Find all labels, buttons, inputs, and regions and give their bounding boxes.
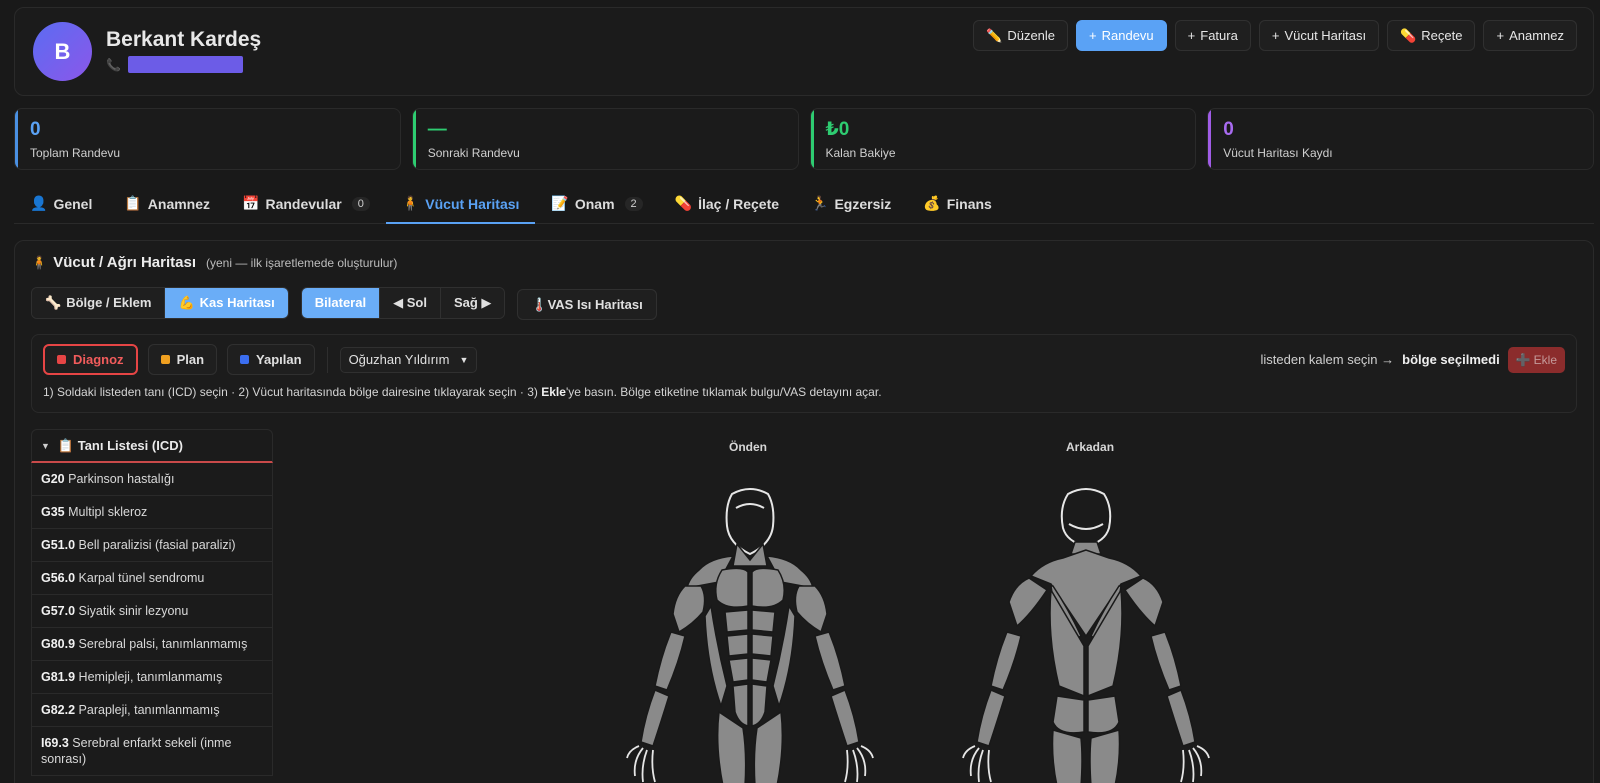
marking-controls: Diagnoz Plan Yapılan Oğuzhan Yıldırım ▼ l… [31,334,1577,413]
phone-icon: 📞 [106,57,121,72]
calendar-icon: 📅 [242,195,260,211]
running-icon: 🏃 [811,195,829,211]
count-badge: 2 [624,196,643,211]
list-item[interactable]: G80.9 Serebral palsi, tanımlanmamış [31,628,273,661]
tab-medication[interactable]: 💊 İlaç / Reçete [659,184,795,223]
muscle-map-mode-button[interactable]: 💪 Kas Haritası [165,287,288,318]
divider [326,346,328,373]
new-invoice-button[interactable]: + Fatura [1174,20,1251,51]
phone-redacted [128,56,243,73]
orange-square-icon [160,355,170,364]
back-body-map[interactable] [951,486,1221,783]
tab-exercise[interactable]: 🏃 Egzersiz [795,184,907,223]
stat-next-appointment: — Sonraki Randevu [411,108,799,170]
panel-title: 🧍 Vücut / Ağrı Haritası (yeni — ilk işar… [31,254,398,271]
plus-icon: + [1089,28,1097,43]
blue-square-icon [240,355,250,364]
list-item[interactable]: G20 Parkinson hastalığı [31,463,273,496]
add-button[interactable]: ➕ Ekle [1507,346,1565,373]
red-square-icon [57,355,66,364]
header-actions: ✏️ Düzenle + Randevu + Fatura + Vücut Harita… [973,20,1577,51]
vas-heatmap-button[interactable]: 🌡️VAS Isı Haritası [517,289,657,320]
therapist-select[interactable]: Oğuzhan Yıldırım ▼ [339,346,478,373]
front-body-map[interactable] [615,486,885,783]
stat-remaining-balance: ₺0 Kalan Bakiye [809,108,1197,170]
body-map-panel: 🧍 Vücut / Ağrı Haritası (yeni — ilk işar… [14,240,1594,783]
red-plus-icon: ➕ [1515,352,1531,367]
bone-icon: 🦴 [45,294,62,310]
plus-icon: + [1271,28,1280,43]
mark-type-row: Diagnoz Plan Yapılan Oğuzhan Yıldırım ▼ l… [43,344,1565,375]
tab-consent[interactable]: 📝 Onam 2 [535,184,658,223]
back-view-label: Arkadan [1066,440,1115,454]
left-side-button[interactable]: ◀ Sol [380,287,441,318]
new-anamnesis-button[interactable]: + Anamnez [1483,20,1577,51]
patient-header: B Berkant Kardeş 📞 ✏️ Düzenle + Randevu + F… [14,7,1594,96]
plus-icon: + [1187,28,1196,43]
map-toolbar: 🦴 Bölge / Eklem 💪 Kas Haritası Bilateral ◀… [31,285,1577,320]
patient-info: Berkant Kardeş 📞 [106,28,261,73]
list-item[interactable]: G35 Multipl skleroz [31,496,273,529]
tab-bar: 👤 Genel 📋 Anamnez 📅 Randevular 0 🧍 Vücut Hari… [14,184,1594,224]
stat-total-appointments: 0 Toplam Randevu [14,108,401,170]
list-item[interactable]: G56.0 Karpal tünel sendromu [31,562,273,595]
list-item[interactable]: G57.0 Siyatik sinir lezyonu [31,595,273,628]
list-item[interactable]: G81.9 Hemipleji, tanımlanmamış [31,661,273,694]
tab-finance[interactable]: 💰 Finans [907,184,1008,223]
tab-appointments[interactable]: 📅 Randevular 0 [226,184,386,223]
map-mode-toggle: 🦴 Bölge / Eklem 💪 Kas Haritası [31,286,289,319]
new-appointment-button[interactable]: + Randevu [1076,20,1167,51]
edit-button[interactable]: ✏️ Düzenle [973,20,1069,51]
tab-anamnesis[interactable]: 📋 Anamnez [108,184,226,223]
patient-name: Berkant Kardeş [106,28,262,51]
list-item[interactable]: I69.3 Serebral enfarkt sekeli (inme sonr… [31,727,273,776]
region-joint-mode-button[interactable]: 🦴 Bölge / Eklem [32,287,166,318]
tab-general[interactable]: 👤 Genel [14,184,108,223]
standing-person-icon: 🧍 [401,195,420,211]
icd-list: ▼ 📋 Tanı Listesi (ICD) G20 Parkinson has… [31,429,273,776]
right-side-button[interactable]: Sağ ▶ [440,287,505,318]
flexed-biceps-icon: 💪 [178,294,195,310]
selection-status: listeden kalem seçin → bölge seçilmedi ➕… [1260,346,1565,373]
phone-row: 📞 [106,56,261,73]
standing-person-icon: 🧍 [31,255,48,270]
prescription-button[interactable]: 💊 Reçete [1387,20,1476,51]
avatar: B [33,22,92,81]
front-view-label: Önden [729,440,767,454]
memo-icon: 📝 [551,195,569,211]
icd-list-header[interactable]: ▼ 📋 Tanı Listesi (ICD) [31,429,273,463]
plan-mark-button[interactable]: Plan [147,344,218,375]
pencil-icon: ✏️ [986,27,1003,43]
pill-icon: 💊 [674,195,693,211]
list-item[interactable]: G82.2 Parapleji, tanımlanmamış [31,694,273,727]
stat-body-map-records: 0 Vücut Haritası Kaydı [1207,108,1594,170]
new-body-map-button[interactable]: + Vücut Haritası [1258,20,1380,51]
count-badge: 0 [351,196,370,211]
money-bag-icon: 💰 [923,195,941,211]
tab-body-map[interactable]: 🧍 Vücut Haritası [385,184,536,224]
caret-down-icon: ▼ [41,440,50,451]
help-text: 1) Soldaki listeden tanı (ICD) seçin · 2… [43,385,882,399]
clipboard-icon: 📋 [124,195,142,211]
person-icon: 👤 [30,195,48,211]
side-toggle: Bilateral ◀ Sol Sağ ▶ [300,286,506,319]
list-item[interactable]: G51.0 Bell paralizisi (fasial paralizi) [31,529,273,562]
pill-icon: 💊 [1400,27,1417,43]
chevron-down-icon: ▼ [459,354,469,365]
stats-row: 0 Toplam Randevu — Sonraki Randevu ₺0 Ka… [14,108,1594,170]
plus-icon: + [1496,28,1505,43]
done-mark-button[interactable]: Yapılan [227,344,315,375]
bilateral-button[interactable]: Bilateral [301,287,381,318]
diagnosis-mark-button[interactable]: Diagnoz [43,344,138,375]
